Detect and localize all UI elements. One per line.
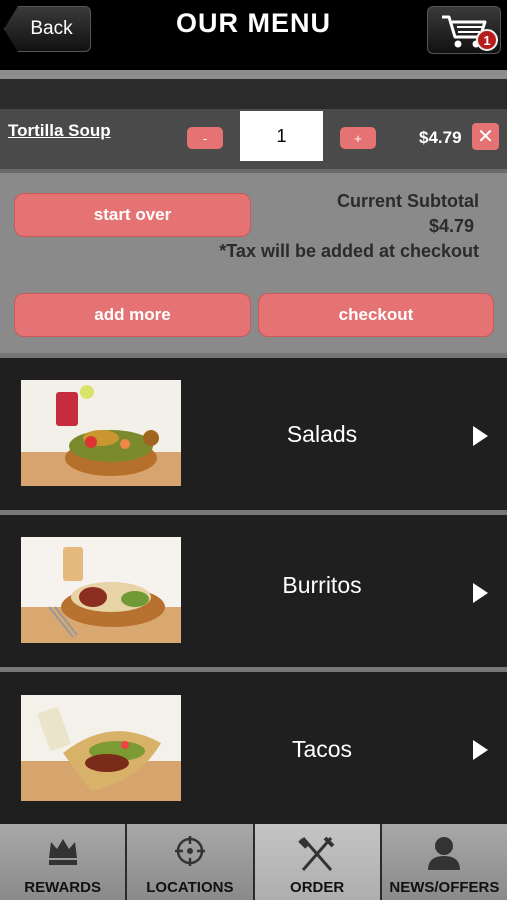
nav-item-locations[interactable]: LOCATIONS: [127, 824, 255, 900]
person-icon: [428, 837, 461, 870]
header-bar: Back OUR MENU 1: [0, 0, 507, 70]
quantity-increase-button[interactable]: +: [340, 127, 376, 149]
chevron-right-icon: [473, 583, 488, 603]
category-item-burritos[interactable]: Burritos: [0, 510, 507, 667]
remove-item-button[interactable]: ✕: [472, 123, 499, 150]
category-label: Tacos: [291, 736, 353, 762]
burritos-image: [21, 537, 181, 643]
header-divider: [0, 70, 507, 79]
cart-item-name[interactable]: Tortilla Soup: [8, 121, 111, 141]
nav-item-order[interactable]: ORDER: [254, 824, 382, 900]
add-more-button[interactable]: add more: [14, 293, 251, 337]
salads-image: [21, 380, 181, 486]
category-item-salads[interactable]: Salads: [0, 353, 507, 510]
checkout-button[interactable]: checkout: [258, 293, 494, 337]
subtotal-label: Current Subtotal: [337, 191, 479, 211]
chevron-right-icon: [473, 426, 488, 446]
tax-note: *Tax will be added at checkout: [219, 241, 479, 261]
cart-button[interactable]: 1: [427, 6, 501, 54]
nav-label: LOCATIONS: [146, 879, 234, 896]
category-label: Salads: [286, 421, 358, 447]
quantity-input[interactable]: [240, 111, 323, 161]
nav-label: NEWS/OFFERS: [389, 879, 500, 896]
tacos-image: [21, 695, 181, 801]
order-summary-panel: start over Current Subtotal $4.79 *Tax w…: [0, 173, 507, 353]
category-item-tacos[interactable]: Tacos: [0, 667, 507, 824]
nav-label: ORDER: [290, 879, 345, 896]
cart-item-price: $4.79: [419, 128, 462, 147]
nav-label: REWARDS: [24, 879, 101, 896]
chevron-right-icon: [473, 740, 488, 760]
fork-knife-icon: [298, 836, 335, 871]
spacer: [0, 79, 507, 109]
cart-item-row: Tortilla Soup - + $4.79 ✕: [0, 109, 507, 169]
crown-icon: [48, 839, 77, 865]
quantity-decrease-button[interactable]: -: [187, 127, 223, 149]
nav-item-news-offers[interactable]: NEWS/OFFERS: [381, 824, 507, 900]
bottom-nav: REWARDS LOCATIONS ORDER NEWS/OFFERS: [0, 824, 507, 900]
crosshair-icon: [174, 836, 205, 866]
category-label: Burritos: [282, 572, 362, 598]
nav-item-rewards[interactable]: REWARDS: [0, 824, 128, 900]
subtotal-value: $4.79: [428, 216, 474, 236]
cart-count-badge: 1: [476, 29, 498, 51]
start-over-button[interactable]: start over: [14, 193, 251, 237]
